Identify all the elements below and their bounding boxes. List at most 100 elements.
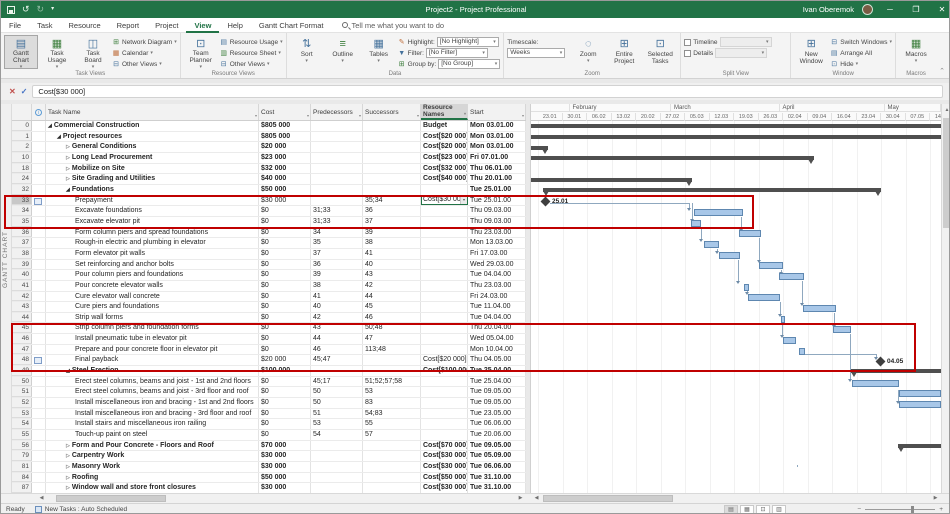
- start-cell[interactable]: Tue 31.10.00: [468, 483, 526, 493]
- resource-names-cell[interactable]: [421, 430, 468, 440]
- row-id-cell[interactable]: 36: [12, 227, 32, 238]
- start-cell[interactable]: Thu 09.03.00: [468, 216, 526, 227]
- cost-cell[interactable]: $0: [259, 280, 311, 291]
- expand-triangle-icon[interactable]: ▷: [66, 464, 70, 470]
- resource-sheet-button[interactable]: ▥ Resource Sheet ▾: [220, 48, 283, 58]
- successors-cell[interactable]: 40: [363, 259, 421, 270]
- table-row[interactable]: 39 Set reinforcing and anchor bolts $0 36 40…: [12, 259, 526, 271]
- table-row[interactable]: 33 Prepayment$30 000 35;34Cost[$30 000]▾Tu…: [12, 195, 526, 207]
- table-row[interactable]: 48 Final payback $20 000 45;47 Cost[$20 000]…: [12, 355, 526, 367]
- successors-cell[interactable]: 36: [363, 206, 421, 216]
- table-row[interactable]: 24 ▷ Site Grading and Utilities $40 000 Cost…: [12, 174, 526, 185]
- tab-report[interactable]: Report: [109, 18, 148, 33]
- resource-names-cell[interactable]: [421, 259, 468, 270]
- expand-triangle-icon[interactable]: ▷: [66, 166, 70, 172]
- successors-cell[interactable]: [363, 472, 421, 483]
- resource-names-cell[interactable]: [421, 398, 468, 408]
- column-header-successors[interactable]: Successors ▾: [363, 104, 421, 120]
- table-row[interactable]: 52 Install miscellaneous iron and bracing…: [12, 398, 526, 409]
- arrange-all-button[interactable]: ▤ Arrange All: [830, 48, 892, 58]
- cost-cell[interactable]: $70 000: [259, 440, 311, 451]
- zoom-slider[interactable]: [865, 506, 936, 513]
- successors-cell[interactable]: 51;52;57;58: [363, 376, 421, 387]
- row-id-cell[interactable]: 42: [12, 291, 32, 302]
- predecessors-cell[interactable]: 53: [311, 419, 363, 430]
- cost-cell[interactable]: $20 000: [259, 142, 311, 152]
- table-row[interactable]: 50 Erect steel columns, beams and joist -…: [12, 376, 526, 388]
- task-name-cell[interactable]: ◢ Steel Erection: [46, 366, 259, 376]
- predecessors-cell[interactable]: [311, 440, 363, 451]
- gantt-task-bar[interactable]: [899, 390, 941, 398]
- row-id-cell[interactable]: 41: [12, 280, 32, 291]
- user-name[interactable]: Ivan Oberemok: [803, 5, 854, 14]
- successors-cell[interactable]: 57: [363, 430, 421, 440]
- gantt-task-bar[interactable]: [694, 209, 743, 217]
- start-cell[interactable]: Mon 13.03.00: [468, 238, 526, 248]
- cost-cell[interactable]: $0: [259, 398, 311, 408]
- undo-icon[interactable]: ↺: [22, 5, 30, 14]
- team-planner-view-shortcut[interactable]: ⊡: [756, 504, 770, 513]
- resource-names-cell[interactable]: [421, 238, 468, 248]
- tab-help[interactable]: Help: [219, 18, 250, 33]
- start-cell[interactable]: Tue 25.04.00: [468, 366, 526, 376]
- start-cell[interactable]: Mon 03.01.00: [468, 121, 526, 131]
- collapse-triangle-icon[interactable]: ◢: [66, 187, 70, 193]
- predecessors-cell[interactable]: 51: [311, 408, 363, 419]
- predecessors-cell[interactable]: 45;17: [311, 376, 363, 387]
- entry-input[interactable]: Cost[$30 000]: [32, 85, 943, 98]
- task-name-cell[interactable]: Rough-in electric and plumbing in elevat…: [46, 238, 259, 248]
- filter-arrow-icon[interactable]: ▾: [359, 112, 361, 119]
- scroll-up-icon[interactable]: ▲: [942, 105, 949, 116]
- tab-view[interactable]: View: [186, 18, 220, 33]
- expand-triangle-icon[interactable]: ▷: [66, 155, 70, 161]
- row-id-cell[interactable]: 37: [12, 238, 32, 248]
- gantt-task-bar[interactable]: [783, 337, 796, 344]
- start-cell[interactable]: Tue 23.05.00: [468, 408, 526, 419]
- start-cell[interactable]: Tue 09.05.00: [468, 398, 526, 408]
- predecessors-cell[interactable]: 43: [311, 323, 363, 334]
- task-name-cell[interactable]: Pour column piers and foundations: [46, 270, 259, 280]
- expand-triangle-icon[interactable]: ▷: [66, 176, 70, 182]
- cost-cell[interactable]: $50 000: [259, 472, 311, 483]
- table-row[interactable]: 36 Form column piers and spread foundatio…: [12, 227, 526, 239]
- start-cell[interactable]: Thu 23.03.00: [468, 227, 526, 238]
- gantt-view-shortcut[interactable]: ▤: [724, 504, 738, 513]
- gantt-task-bar[interactable]: [899, 400, 941, 408]
- filter-arrow-icon[interactable]: ▾: [464, 110, 466, 117]
- resource-names-cell[interactable]: [421, 302, 468, 312]
- gantt-summary-bar[interactable]: [543, 188, 881, 197]
- successors-cell[interactable]: [363, 163, 421, 174]
- predecessors-cell[interactable]: 50: [311, 398, 363, 408]
- predecessors-cell[interactable]: 41: [311, 291, 363, 302]
- gantt-task-bar[interactable]: [719, 251, 740, 259]
- cost-cell[interactable]: $0: [259, 291, 311, 302]
- task-name-cell[interactable]: Install miscellaneous iron and bracing -…: [46, 398, 259, 408]
- cost-cell[interactable]: $40 000: [259, 174, 311, 184]
- task-name-cell[interactable]: Cure piers and foundations: [46, 302, 259, 312]
- predecessors-cell[interactable]: 50: [311, 387, 363, 398]
- successors-cell[interactable]: 39: [363, 227, 421, 238]
- team-planner-button[interactable]: ⊡ Team Planner ▾: [184, 35, 218, 70]
- resource-names-cell[interactable]: Cost[$100 000]: [421, 366, 468, 376]
- start-cell[interactable]: Tue 04.04.00: [468, 270, 526, 280]
- task-name-cell[interactable]: Form column piers and spread foundations: [46, 227, 259, 238]
- start-cell[interactable]: Wed 05.04.00: [468, 334, 526, 344]
- task-name-cell[interactable]: ▷ Carpentry Work: [46, 451, 259, 461]
- row-id-cell[interactable]: 48: [12, 355, 32, 366]
- start-cell[interactable]: Tue 05.09.00: [468, 451, 526, 461]
- cost-cell[interactable]: $30 000: [259, 195, 311, 206]
- table-row[interactable]: 46 Install pneumatic tube in elevator pit…: [12, 334, 526, 345]
- successors-cell[interactable]: 37: [363, 216, 421, 227]
- close-button[interactable]: ✕: [933, 1, 949, 18]
- chart-scroll-thumb[interactable]: [543, 495, 673, 502]
- resource-names-cell[interactable]: [421, 280, 468, 291]
- successors-cell[interactable]: [363, 483, 421, 493]
- predecessors-cell[interactable]: 37: [311, 248, 363, 259]
- task-name-cell[interactable]: Prepare and pour concrete floor in eleva…: [46, 344, 259, 355]
- successors-cell[interactable]: 43: [363, 270, 421, 280]
- collapse-triangle-icon[interactable]: ◢: [57, 134, 61, 140]
- row-id-cell[interactable]: 33: [12, 195, 32, 206]
- collapse-triangle-icon[interactable]: ◢: [66, 368, 70, 374]
- task-name-cell[interactable]: Install miscellaneous iron and bracing -…: [46, 408, 259, 419]
- save-icon[interactable]: [7, 5, 15, 14]
